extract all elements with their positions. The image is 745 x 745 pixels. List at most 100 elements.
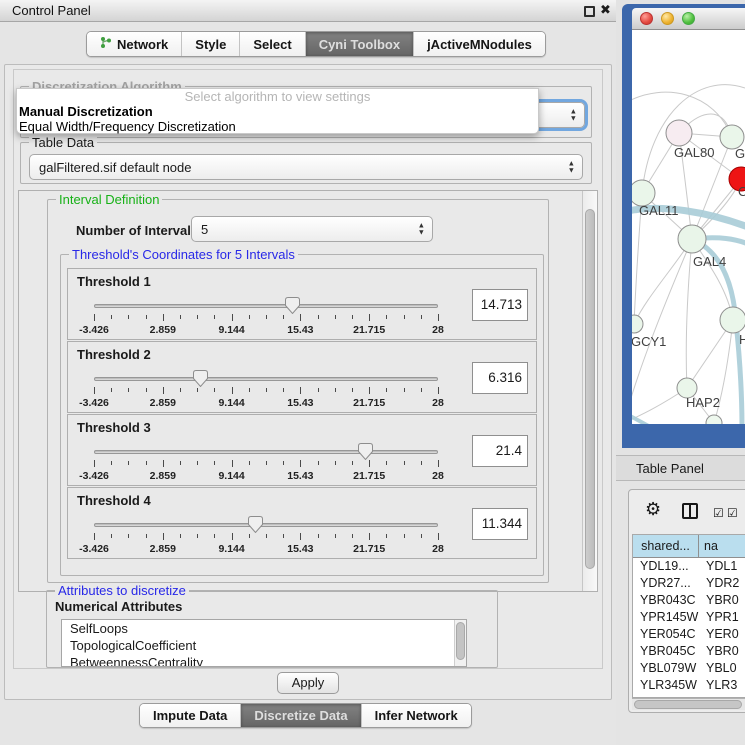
scrollbar-thumb[interactable] xyxy=(456,622,465,660)
control-panel-titlebar: Control Panel ✖ xyxy=(0,0,616,22)
table-cell[interactable]: YER054C xyxy=(633,626,699,643)
scrollbar-thumb[interactable] xyxy=(585,209,595,569)
network-node[interactable] xyxy=(720,307,745,333)
tab-jactivemnodules[interactable]: jActiveMNodules xyxy=(413,32,545,56)
tab-select[interactable]: Select xyxy=(239,32,304,56)
table-cell[interactable]: YBR0 xyxy=(699,592,745,609)
table-row[interactable]: YBR043CYBR0 xyxy=(633,592,745,609)
network-node-label: GAL80 xyxy=(674,145,714,160)
tab-impute-data[interactable]: Impute Data xyxy=(140,704,240,727)
threshold-value-field[interactable]: 11.344 xyxy=(472,508,528,540)
table-panel-bar: Table Panel xyxy=(616,455,745,481)
numerical-attributes-label: Numerical Attributes xyxy=(55,599,182,614)
checkbox-icon[interactable]: ☑ xyxy=(713,506,724,520)
slider-track[interactable] xyxy=(94,377,438,381)
table-row[interactable]: YER054CYER0 xyxy=(633,626,745,643)
close-icon[interactable]: ✖ xyxy=(600,2,611,18)
attribute-list-item[interactable]: SelfLoops xyxy=(62,620,466,637)
tab-cyni-toolbox[interactable]: Cyni Toolbox xyxy=(305,32,413,56)
dropdown-option[interactable]: Manual Discretization xyxy=(17,104,538,119)
float-window-icon[interactable] xyxy=(584,6,595,17)
table-cell[interactable]: YLR345W xyxy=(633,677,699,694)
table-cell[interactable]: YBR0 xyxy=(699,643,745,660)
apply-button[interactable]: Apply xyxy=(277,672,339,694)
thresholds-group: Threshold's Coordinates for 5 Intervals … xyxy=(60,254,544,576)
table-cell[interactable]: YLR3 xyxy=(699,677,745,694)
slider-thumb[interactable] xyxy=(358,443,373,460)
table-cell[interactable]: YBL079W xyxy=(633,660,699,677)
threshold-slider[interactable]: -3.4262.8599.14415.4321.71528 xyxy=(94,516,438,558)
threshold-value-field[interactable]: 6.316 xyxy=(472,362,528,394)
column-header[interactable]: na xyxy=(699,535,745,557)
network-node-label: C xyxy=(738,184,745,199)
dropdown-option[interactable]: Equal Width/Frequency Discretization xyxy=(17,119,538,134)
slider-thumb[interactable] xyxy=(193,370,208,387)
network-node-label: GAL11 xyxy=(639,203,679,218)
table-cell[interactable]: YDL1 xyxy=(699,558,745,575)
slider-ticks xyxy=(94,314,438,322)
slider-thumb[interactable] xyxy=(285,297,300,314)
threshold-slider[interactable]: -3.4262.8599.14415.4321.71528 xyxy=(94,297,438,339)
tab-network[interactable]: Network xyxy=(87,32,181,56)
threshold-value-field[interactable]: 14.713 xyxy=(472,289,528,321)
close-traffic-light-icon[interactable] xyxy=(640,12,653,25)
network-canvas[interactable]: GAL80GAL11GAL4GCY1HAP2GACH xyxy=(632,30,745,424)
table-cell[interactable]: YBL0 xyxy=(699,660,745,677)
table-cell[interactable]: YDL19... xyxy=(633,558,699,575)
scrollbar-thumb[interactable] xyxy=(634,700,742,709)
table-row[interactable]: YDR27...YDR2 xyxy=(633,575,745,592)
tab-discretize-data[interactable]: Discretize Data xyxy=(240,704,360,727)
slider-thumb[interactable] xyxy=(248,516,263,533)
attribute-list-item[interactable]: TopologicalCoefficient xyxy=(62,637,466,654)
table-row[interactable]: YBL079WYBL0 xyxy=(633,660,745,677)
slider-track[interactable] xyxy=(94,523,438,527)
tab-style[interactable]: Style xyxy=(181,32,239,56)
network-node-label: H xyxy=(739,332,745,347)
table-cell[interactable]: YBR043C xyxy=(633,592,699,609)
table-cell[interactable]: YPR145W xyxy=(633,609,699,626)
column-header[interactable]: shared... xyxy=(633,535,699,557)
table-row[interactable]: YBR045CYBR0 xyxy=(633,643,745,660)
slider-track[interactable] xyxy=(94,450,438,454)
table-cell[interactable]: YPR1 xyxy=(699,609,745,626)
network-node-gal80[interactable] xyxy=(666,120,692,146)
network-graph: GAL80GAL11GAL4GCY1HAP2GACH xyxy=(632,30,745,424)
table-row[interactable]: YDL19...YDL1 xyxy=(633,558,745,575)
checkbox-icon[interactable]: ☑ xyxy=(727,506,738,520)
network-node-gal4[interactable] xyxy=(678,225,706,253)
network-node-gcy1[interactable] xyxy=(632,315,643,333)
attribute-list-item[interactable]: BetweennessCentrality xyxy=(62,654,466,667)
algorithm-dropdown-popup: Select algorithm to view settings Manual… xyxy=(16,88,539,134)
slider-track[interactable] xyxy=(94,304,438,308)
network-window-titlebar[interactable] xyxy=(632,8,745,30)
table-row[interactable]: YPR145WYPR1 xyxy=(633,609,745,626)
threshold-label: Threshold 3 xyxy=(77,420,151,435)
list-scrollbar[interactable] xyxy=(454,620,466,666)
vertical-scrollbar[interactable] xyxy=(582,191,597,591)
tab-infer-network[interactable]: Infer Network xyxy=(361,704,471,727)
threshold-slider[interactable]: -3.4262.8599.14415.4321.71528 xyxy=(94,443,438,485)
table-row[interactable]: YLR345WYLR3 xyxy=(633,677,745,694)
table-cell[interactable]: YDR27... xyxy=(633,575,699,592)
slider-ticks xyxy=(94,387,438,395)
threshold-value-field[interactable]: 21.4 xyxy=(472,435,528,467)
threshold-panel: Threshold 3 -3.4262.8599.14415.4321.7152… xyxy=(67,414,537,486)
split-columns-icon[interactable] xyxy=(682,503,698,519)
number-of-intervals-combobox[interactable]: 5 xyxy=(191,216,433,242)
table-cell[interactable]: YDR2 xyxy=(699,575,745,592)
table-cell[interactable]: YER0 xyxy=(699,626,745,643)
table-header-row: shared... na xyxy=(633,535,745,558)
horizontal-scrollbar[interactable] xyxy=(632,698,745,710)
table-data-combobox[interactable]: galFiltered.sif default node xyxy=(29,154,583,180)
tab-label: Infer Network xyxy=(375,708,458,723)
minimize-traffic-light-icon[interactable] xyxy=(661,12,674,25)
thresholds-group-title: Threshold's Coordinates for 5 Intervals xyxy=(69,247,298,262)
gear-icon[interactable]: ⚙ xyxy=(645,499,661,520)
numerical-attributes-list[interactable]: SelfLoopsTopologicalCoefficientBetweenne… xyxy=(61,619,467,667)
threshold-slider[interactable]: -3.4262.8599.14415.4321.71528 xyxy=(94,370,438,412)
zoom-traffic-light-icon[interactable] xyxy=(682,12,695,25)
node-table[interactable]: shared... na YDL19...YDL1YDR27...YDR2YBR… xyxy=(632,534,745,698)
window-title: Control Panel xyxy=(12,3,91,18)
table-panel-title: Table Panel xyxy=(636,461,704,476)
table-cell[interactable]: YBR045C xyxy=(633,643,699,660)
